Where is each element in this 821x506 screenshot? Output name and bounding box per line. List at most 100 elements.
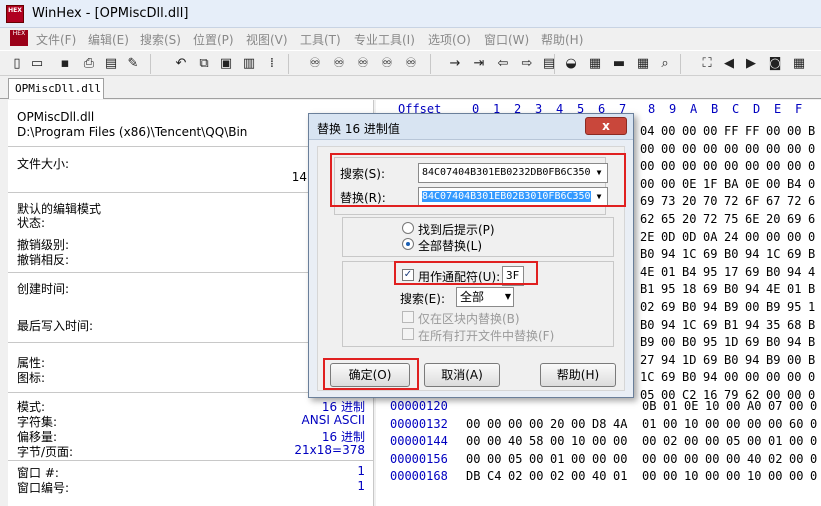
hex-byte[interactable]: 0 [808,142,815,156]
previous-icon[interactable]: ◀ [720,55,738,73]
hex-byte[interactable]: C4 [487,469,501,483]
menu-tools[interactable]: 工具(T) [300,31,341,48]
hex-byte[interactable]: 69 [787,247,801,261]
hex-byte[interactable]: 0 [810,469,817,483]
menu-options[interactable]: 选项(O) [428,31,471,48]
hex-byte[interactable]: B0 [682,335,696,349]
hex-byte[interactable]: 00 [550,434,564,448]
hex-byte[interactable]: 00 [787,159,801,173]
hex-byte[interactable]: 4A [613,417,627,431]
hex-byte[interactable]: 00 [682,159,696,173]
hex-byte[interactable]: 72 [703,212,717,226]
hex-byte[interactable]: 00 [724,159,738,173]
hex-byte[interactable]: 00 [592,452,606,466]
hex-byte[interactable]: 00 [766,177,780,191]
hex-byte[interactable]: 07 [768,399,782,413]
hex-byte[interactable]: 00 [703,142,717,156]
hex-byte[interactable]: FF [724,124,738,138]
paste-icon[interactable]: ▥ [240,55,258,73]
network-icon[interactable]: ▦ [586,55,604,73]
hex-byte[interactable]: 69 [745,335,759,349]
hex-byte[interactable]: 00 [642,469,656,483]
hex-byte[interactable]: 04 [640,124,654,138]
menu-edit[interactable]: 编辑(E) [88,31,129,48]
hex-byte[interactable]: 00 [640,177,654,191]
hex-byte[interactable]: 6E [745,212,759,226]
find-next-icon[interactable]: ♾ [402,55,420,73]
hex-byte[interactable]: 00 [724,142,738,156]
hex-byte[interactable]: B0 [766,265,780,279]
hex-byte[interactable]: 0 [810,399,817,413]
hex-byte[interactable]: 1C [682,318,696,332]
hex-byte[interactable]: B0 [724,353,738,367]
hex-byte[interactable]: 00 [726,417,740,431]
hex-byte[interactable]: B9 [724,300,738,314]
hex-byte[interactable]: 1 [808,300,815,314]
hex-byte[interactable]: 00 [663,452,677,466]
hex-byte[interactable]: 00 [768,417,782,431]
hex-byte[interactable]: 00 [787,353,801,367]
hex-byte[interactable]: 40 [592,469,606,483]
disk-icon[interactable]: ◒ [562,55,580,73]
hex-byte[interactable]: 0E [745,177,759,191]
open-file-icon[interactable]: ▭ [28,55,46,73]
hex-byte[interactable]: 94 [703,370,717,384]
hex-byte[interactable]: 01 [661,265,675,279]
hex-byte[interactable]: 94 [745,318,759,332]
hex-byte[interactable]: B0 [682,370,696,384]
hex-byte[interactable]: 00 [745,230,759,244]
hex-byte[interactable]: 1D [724,335,738,349]
goto-page-icon[interactable]: ⇥ [470,55,488,73]
hex-byte[interactable]: 94 [661,318,675,332]
hex-byte[interactable]: 94 [745,247,759,261]
hex-byte[interactable]: 05 [726,434,740,448]
search-icon[interactable]: ⌕ [656,55,674,73]
hex-byte[interactable]: 00 [487,452,501,466]
hex-byte[interactable]: DB [466,469,480,483]
hex-byte[interactable]: 00 [705,434,719,448]
hex-byte[interactable]: 02 [663,434,677,448]
menu-pro-tools[interactable]: 专业工具(I) [354,31,415,48]
hex-byte[interactable]: 40 [747,452,761,466]
save-icon[interactable]: ▪ [56,55,74,73]
new-file-icon[interactable]: ▯ [8,55,26,73]
hex-byte[interactable]: 00 [508,417,522,431]
hex-byte[interactable]: 01 [613,469,627,483]
hex-byte[interactable]: 0D [682,230,696,244]
hex-byte[interactable]: 0 [808,159,815,173]
hex-byte[interactable]: B0 [766,335,780,349]
hex-byte[interactable]: 20 [682,212,696,226]
hex-byte[interactable]: 00 [745,300,759,314]
hex-byte[interactable]: 0 [810,434,817,448]
hex-byte[interactable]: B [808,335,815,349]
menu-file[interactable]: 文件(F) [36,31,76,48]
hex-byte[interactable]: 00 [529,417,543,431]
hex-byte[interactable]: 00 [789,452,803,466]
hex-byte[interactable]: 18 [682,282,696,296]
hex-byte[interactable]: 69 [703,247,717,261]
hex-byte[interactable]: 00 [745,142,759,156]
clipboard-icon[interactable]: ▣ [217,55,235,73]
hex-byte[interactable]: 20 [766,212,780,226]
hex-byte[interactable]: 00 [682,142,696,156]
tab-opmiscdll[interactable]: OPMiscDll.dll [8,78,104,99]
hex-byte[interactable]: 70 [703,194,717,208]
search-scope-select[interactable]: 全部 ▼ [456,287,514,307]
hex-byte[interactable]: 4E [766,282,780,296]
hex-byte[interactable]: B1 [724,318,738,332]
hex-byte[interactable]: B0 [724,282,738,296]
hex-byte[interactable]: 20 [682,194,696,208]
hex-byte[interactable]: 94 [703,300,717,314]
hex-byte[interactable]: 00 [613,452,627,466]
hex-byte[interactable]: 01 [787,282,801,296]
hex-byte[interactable]: 1D [682,353,696,367]
hex-byte[interactable]: 94 [661,353,675,367]
menu-view[interactable]: 视图(V) [246,31,288,48]
next-icon[interactable]: ▶ [742,55,760,73]
hex-byte[interactable]: 00 [703,124,717,138]
hex-byte[interactable]: 20 [550,417,564,431]
hex-byte[interactable]: 00 [705,452,719,466]
hex-byte[interactable]: 40 [508,434,522,448]
hex-byte[interactable]: 94 [745,282,759,296]
hex-byte[interactable]: 1F [703,177,717,191]
